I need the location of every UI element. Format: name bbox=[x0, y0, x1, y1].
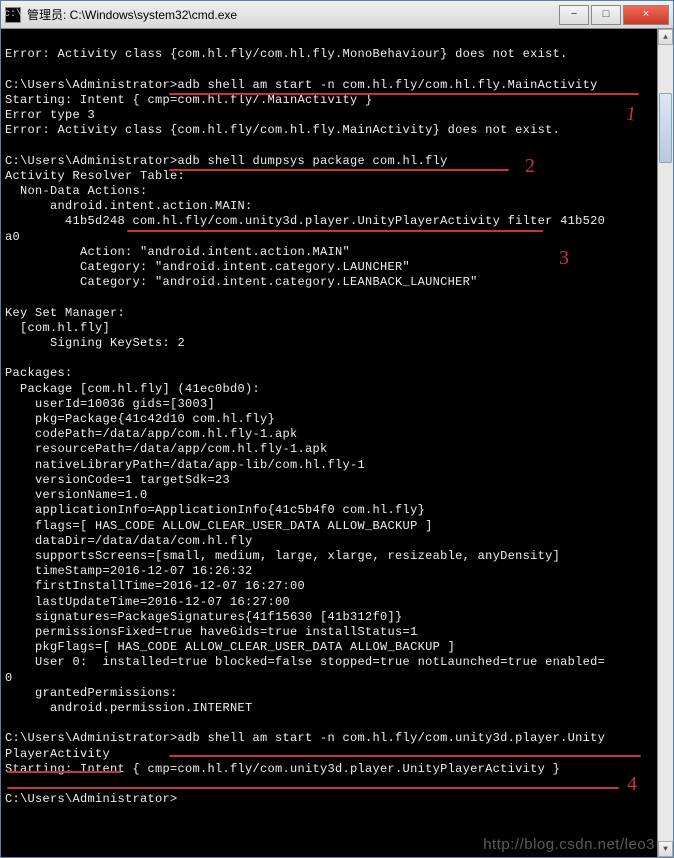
scroll-track[interactable] bbox=[658, 45, 673, 841]
watermark-text: http://blog.csdn.net/leo3 bbox=[483, 836, 655, 853]
scroll-down-icon[interactable]: ▼ bbox=[658, 841, 673, 857]
window-title: 管理员: C:\Windows\system32\cmd.exe bbox=[27, 6, 559, 23]
terminal-area: Error: Activity class {com.hl.fly/com.hl… bbox=[1, 29, 673, 857]
cmd-icon: c:\ bbox=[5, 7, 21, 23]
terminal-output[interactable]: Error: Activity class {com.hl.fly/com.hl… bbox=[1, 29, 657, 857]
window-controls: − □ × bbox=[559, 5, 669, 25]
cmd-window: c:\ 管理员: C:\Windows\system32\cmd.exe − □… bbox=[0, 0, 674, 858]
scroll-up-icon[interactable]: ▲ bbox=[658, 29, 673, 45]
scroll-thumb[interactable] bbox=[659, 93, 672, 163]
minimize-button[interactable]: − bbox=[559, 5, 589, 25]
close-button[interactable]: × bbox=[623, 5, 669, 25]
maximize-button[interactable]: □ bbox=[591, 5, 621, 25]
titlebar[interactable]: c:\ 管理员: C:\Windows\system32\cmd.exe − □… bbox=[1, 1, 673, 29]
vertical-scrollbar[interactable]: ▲ ▼ bbox=[657, 29, 673, 857]
